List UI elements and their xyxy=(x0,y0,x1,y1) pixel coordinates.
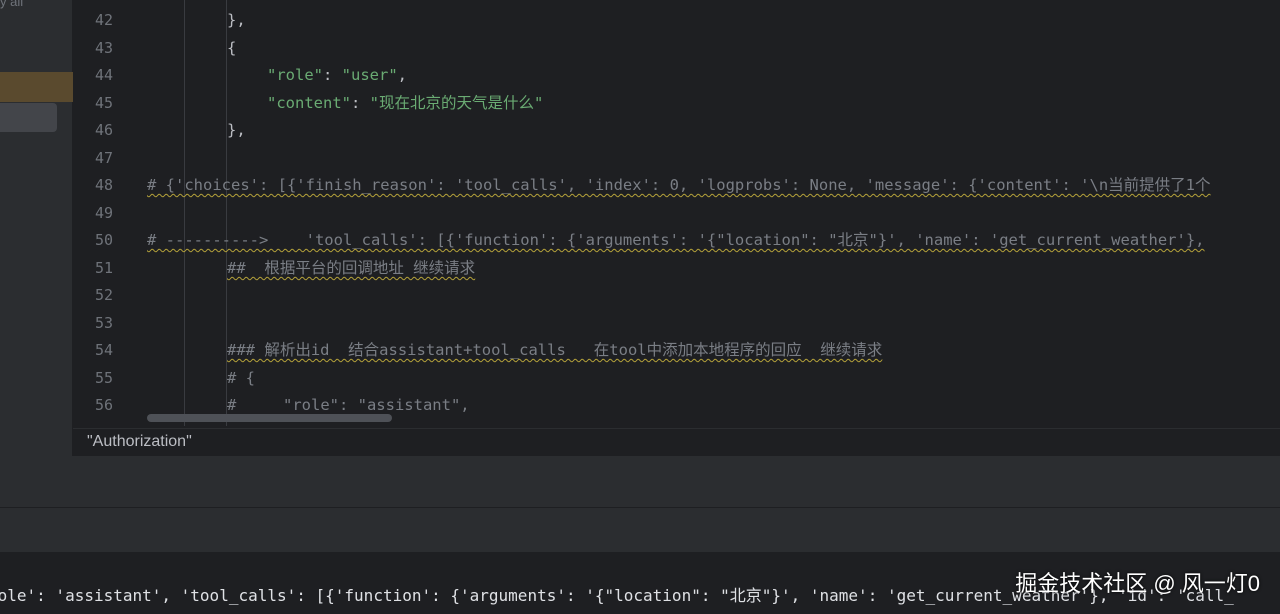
line-number: 50 xyxy=(94,231,113,249)
code-line: }, xyxy=(227,121,246,139)
comment-line: ### 解析出id 结合assistant+tool_calls 在tool中添… xyxy=(227,341,883,359)
sidebar-top-text: y all xyxy=(0,0,24,9)
sidebar-highlighted-item[interactable] xyxy=(0,72,73,102)
line-number: 47 xyxy=(94,149,113,167)
line-number: 42 xyxy=(94,11,113,29)
code-area[interactable]: }, { "role": "user", "content": "现在北京的天气… xyxy=(147,0,1280,426)
json-separator: : xyxy=(323,66,342,84)
line-number: 45 xyxy=(94,94,113,112)
line-number: 55 xyxy=(94,369,113,387)
line-number: 51 xyxy=(94,259,113,277)
line-number: 52 xyxy=(94,286,113,304)
line-number: 44 xyxy=(94,66,113,84)
code-line: }, xyxy=(227,11,246,29)
line-number: 49 xyxy=(94,204,113,222)
line-number-gutter: 42 43 44 45 46 47 48 49 50 51 52 53 54 5… xyxy=(73,0,138,426)
line-number: 48 xyxy=(94,176,113,194)
hover-hint-text: "Authorization" xyxy=(87,433,192,450)
line-number: 46 xyxy=(94,121,113,139)
hover-hint-bar: "Authorization" xyxy=(73,428,1280,456)
comment-line: ## 根据平台的回调地址 继续请求 xyxy=(227,259,476,277)
indent-guide xyxy=(184,0,185,426)
line-number: 54 xyxy=(94,341,113,359)
indent-guide xyxy=(226,0,227,426)
json-key: "role" xyxy=(267,66,323,84)
json-tail: , xyxy=(397,66,408,84)
tool-window-toolbar xyxy=(0,508,1280,552)
project-sidebar: y all xyxy=(0,0,73,456)
json-value: "user" xyxy=(341,66,398,84)
json-key: "content" xyxy=(267,94,351,112)
comment-line: # { xyxy=(227,369,255,387)
comment-line: # "role": "assistant", xyxy=(227,396,470,414)
code-editor[interactable]: 42 43 44 45 46 47 48 49 50 51 52 53 54 5… xyxy=(73,0,1280,426)
line-number: 53 xyxy=(94,314,113,332)
comment-line: # {'choices': [{'finish_reason': 'tool_c… xyxy=(147,176,1211,194)
json-value: "现在北京的天气是什么" xyxy=(369,94,544,112)
watermark: 掘金技术社区 @ 风一灯0 xyxy=(1015,571,1260,596)
run-console[interactable]: role': 'assistant', 'tool_calls': [{'fun… xyxy=(0,552,1280,614)
json-separator: : xyxy=(351,94,370,112)
line-number: 56 xyxy=(94,396,113,414)
code-line: "content": "现在北京的天气是什么" xyxy=(267,93,543,113)
line-number: 43 xyxy=(94,39,113,57)
comment-line: # ----------> 'tool_calls': [{'function'… xyxy=(147,231,1205,249)
code-line: "role": "user", xyxy=(267,65,407,85)
tool-window-header xyxy=(0,456,1280,508)
sidebar-selected-item[interactable] xyxy=(0,103,57,132)
horizontal-scrollbar[interactable] xyxy=(147,414,392,422)
code-line: { xyxy=(227,39,237,57)
